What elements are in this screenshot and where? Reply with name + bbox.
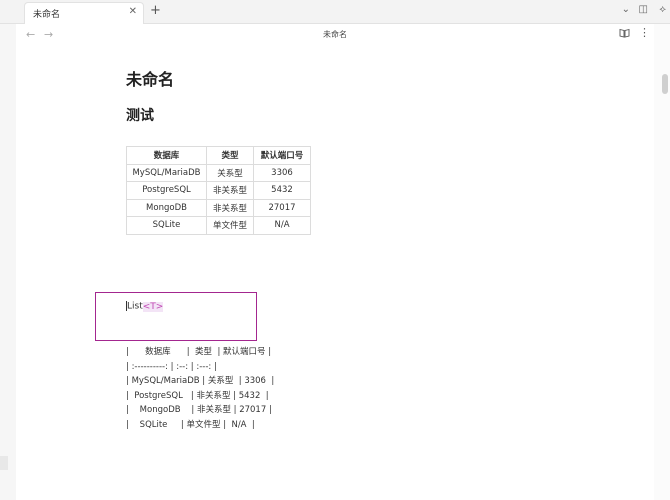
table-row: MySQL/MariaDB 关系型 3306 <box>126 163 311 182</box>
table-cell[interactable]: SQLite <box>126 216 207 235</box>
tab-bar: 未命名 ✕ + ⌄ ◫ ⟡ <box>0 0 670 24</box>
add-tab-icon[interactable]: + <box>150 3 161 18</box>
table-cell[interactable]: 单文件型 <box>206 216 254 235</box>
table-cell[interactable]: 27017 <box>253 198 311 217</box>
table-cell[interactable]: MongoDB <box>126 198 207 217</box>
more-options-icon[interactable]: ⋮ <box>639 26 650 39</box>
raw-line: | MySQL/MariaDB | 关系型 | 3306 | <box>126 376 275 386</box>
table-cell[interactable]: 非关系型 <box>206 198 254 217</box>
table-row: MongoDB 非关系型 27017 <box>126 198 311 217</box>
section-heading: 测试 <box>126 108 154 124</box>
table-header-row: 数据库 类型 默认端口号 <box>126 146 311 165</box>
table-header-cell[interactable]: 类型 <box>206 146 254 165</box>
clip-icon[interactable]: ⟡ <box>659 4 666 15</box>
table-header-cell[interactable]: 数据库 <box>126 146 207 165</box>
table-cell[interactable]: 3306 <box>253 163 311 182</box>
chevron-down-icon[interactable]: ⌄ <box>622 4 630 15</box>
table-row: PostgreSQL 非关系型 5432 <box>126 181 311 200</box>
code-type-param: <T> <box>142 301 164 312</box>
reading-mode-icon[interactable] <box>619 28 630 41</box>
raw-markdown-table[interactable]: | 数据库 | 类型 | 默认端口号 | | :----------: | :--… <box>126 345 274 432</box>
nav-bar: ← → 未命名 ⋮ <box>16 24 654 46</box>
left-sidebar-strip <box>0 24 16 500</box>
code-line[interactable]: List<T> <box>126 301 164 312</box>
layout-icon[interactable]: ◫ <box>639 4 648 15</box>
raw-line: | SQLite | 单文件型 | N/A | <box>126 419 255 430</box>
table-cell[interactable]: 5432 <box>253 181 311 200</box>
table-row: SQLite 单文件型 N/A <box>126 216 311 235</box>
raw-line: | PostgreSQL | 非关系型 | 5432 | <box>126 390 269 401</box>
table-cell[interactable]: MySQL/MariaDB <box>126 163 207 182</box>
tab-untitled[interactable]: 未命名 ✕ <box>24 2 144 24</box>
code-block-focus[interactable] <box>95 292 257 341</box>
close-icon[interactable]: ✕ <box>129 6 137 17</box>
code-keyword: List <box>127 301 143 312</box>
scrollbar-thumb[interactable] <box>662 74 668 94</box>
raw-line: | MongoDB | 非关系型 | 27017 | <box>126 405 272 415</box>
tab-title: 未命名 <box>33 10 61 20</box>
table-cell[interactable]: 非关系型 <box>206 181 254 200</box>
raw-line: | :----------: | :--: | :---: | <box>126 361 217 372</box>
table-cell[interactable]: PostgreSQL <box>126 181 207 200</box>
document-nav-title: 未命名 <box>323 30 347 39</box>
table-cell[interactable]: N/A <box>253 216 311 235</box>
database-table: 数据库 类型 默认端口号 MySQL/MariaDB 关系型 3306 Post… <box>126 146 311 235</box>
table-cell[interactable]: 关系型 <box>206 163 254 182</box>
raw-line: | 数据库 | 类型 | 默认端口号 | <box>126 347 272 357</box>
sidebar-handle[interactable] <box>0 456 8 470</box>
page-title: 未命名 <box>126 70 175 89</box>
table-header-cell[interactable]: 默认端口号 <box>253 146 311 165</box>
scrollbar-track[interactable] <box>654 24 670 500</box>
